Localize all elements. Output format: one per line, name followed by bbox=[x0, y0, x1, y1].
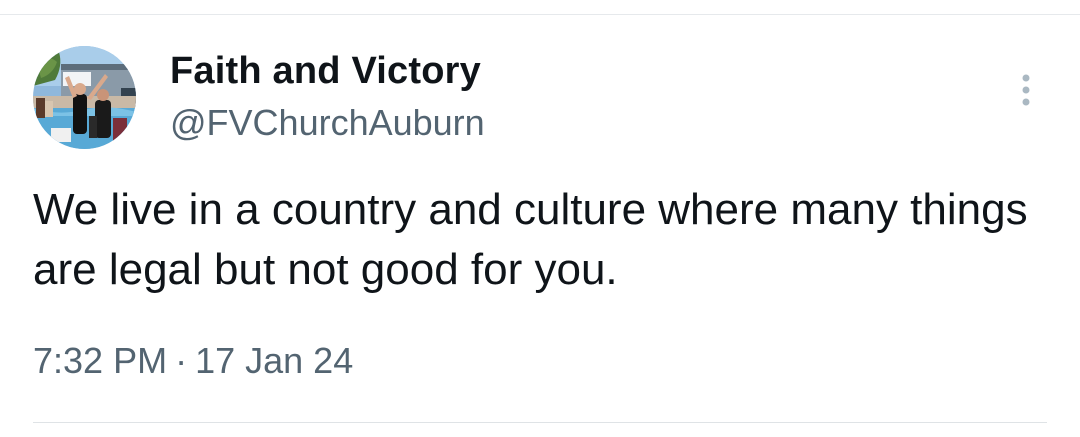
user-handle[interactable]: @FVChurchAuburn bbox=[170, 102, 485, 144]
tweet-date: 17 Jan 24 bbox=[195, 340, 354, 381]
top-divider bbox=[0, 14, 1080, 15]
more-options-button[interactable] bbox=[1008, 66, 1044, 114]
tweet-time: 7:32 PM bbox=[33, 340, 168, 381]
tweet-card: Faith and Victory @FVChurchAuburn We liv… bbox=[0, 0, 1080, 437]
tweet-timestamp[interactable]: 7:32 PM · 17 Jan 24 bbox=[33, 340, 353, 382]
tweet-text: We live in a country and culture where m… bbox=[33, 185, 1028, 294]
more-vertical-icon bbox=[1022, 74, 1030, 106]
avatar[interactable] bbox=[33, 46, 136, 149]
avatar-photo bbox=[33, 46, 136, 149]
meta-separator: · bbox=[175, 340, 188, 381]
bottom-divider bbox=[33, 422, 1047, 423]
display-name[interactable]: Faith and Victory bbox=[170, 50, 481, 93]
